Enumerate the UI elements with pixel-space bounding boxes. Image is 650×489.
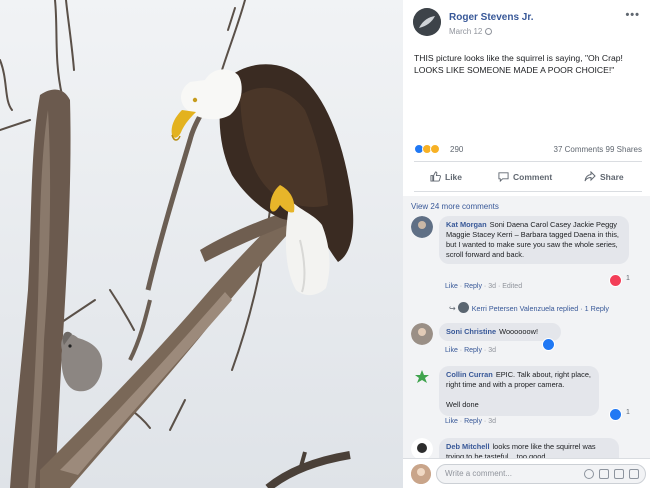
comment-text: Woooooow! — [499, 327, 539, 336]
comment: Kat Morgan Soni Daena Carol Casey Jackie … — [411, 216, 649, 296]
reply-arrow-icon: ↪ — [449, 304, 456, 313]
comment: Deb Mitchell looks more like the squirrel… — [411, 438, 649, 460]
replies-link[interactable]: ↪ Kerri Petersen Valenzuela replied · 1 … — [449, 302, 609, 313]
comment-edited[interactable]: Edited — [502, 283, 522, 290]
comment-meta: Like · Reply · 3d — [445, 347, 497, 354]
divider — [414, 191, 642, 192]
comment-bubble: Soni Christine Woooooow! — [439, 323, 561, 341]
comment-icon — [498, 172, 509, 182]
comment-reply-link[interactable]: Reply — [464, 347, 482, 354]
commenter-name[interactable]: Soni Christine — [446, 327, 496, 336]
comment-time[interactable]: 3d — [488, 418, 496, 425]
reactions-row: 290 37 Comments 99 Shares — [414, 144, 642, 156]
view-more-comments-link[interactable]: View 24 more comments — [411, 202, 499, 211]
commenter-avatar[interactable] — [411, 366, 433, 388]
post-actions: Like Comment Share — [414, 166, 642, 188]
share-icon — [584, 171, 596, 182]
love-reaction-icon[interactable] — [609, 274, 622, 287]
commenter-name[interactable]: Deb Mitchell — [446, 442, 490, 451]
camera-icon[interactable] — [599, 469, 609, 479]
reaction-icons[interactable] — [414, 144, 440, 155]
comment-bubble: Deb Mitchell looks more like the squirrel… — [439, 438, 619, 460]
comment-text-2: Well done — [446, 400, 479, 409]
comment-time[interactable]: 3d — [488, 347, 496, 354]
comment-react-count: 1 — [626, 275, 630, 282]
like-reaction-icon[interactable] — [542, 338, 555, 351]
like-reaction-icon[interactable] — [609, 408, 622, 421]
share-button[interactable]: Share — [584, 171, 624, 182]
more-options-icon[interactable]: ••• — [625, 9, 640, 21]
commenter-name[interactable]: Collin Curran — [446, 370, 493, 379]
comment-like-link[interactable]: Like — [445, 418, 458, 425]
post-meta: March 12 — [449, 27, 493, 36]
comment-bubble: Collin Curran EPIC. Talk about, right pla… — [439, 366, 599, 416]
post-text: THIS picture looks like the squirrel is … — [414, 53, 623, 75]
wow-reaction-icon — [430, 144, 440, 154]
comment: Soni Christine Woooooow! Like · Reply · 3… — [411, 323, 649, 363]
author-avatar[interactable] — [413, 8, 441, 36]
replier-avatar — [457, 302, 469, 313]
comments-count[interactable]: 37 Comments — [554, 145, 604, 154]
gif-icon[interactable] — [614, 469, 624, 479]
comment-meta: Like · Reply · 3d · Edited — [445, 283, 523, 290]
thumbs-up-icon — [430, 171, 441, 182]
write-comment-bar: Write a comment... — [403, 458, 650, 489]
replies-text: Kerri Petersen Valenzuela replied · 1 Re… — [471, 304, 610, 313]
comments-section: View 24 more comments Kat Morgan Soni Dae… — [403, 196, 650, 488]
sticker-icon[interactable] — [629, 469, 639, 479]
post-header: Roger Stevens Jr. March 12 — [413, 8, 643, 42]
comment-input[interactable]: Write a comment... — [436, 464, 646, 484]
comment-reply-link[interactable]: Reply — [464, 283, 482, 290]
commenter-avatar[interactable] — [411, 216, 433, 238]
emoji-icon[interactable] — [584, 469, 594, 479]
like-button[interactable]: Like — [430, 171, 462, 182]
comment-input-placeholder: Write a comment... — [445, 469, 512, 478]
comment-like-link[interactable]: Like — [445, 283, 458, 290]
comment-meta: Like · Reply · 3d — [445, 418, 497, 425]
divider — [414, 161, 642, 162]
commenter-avatar[interactable] — [411, 323, 433, 345]
comment-react-count: 1 — [626, 409, 630, 416]
input-icons — [584, 469, 639, 479]
eagle-squirrel-image — [0, 0, 403, 488]
comment-label: Comment — [513, 171, 553, 182]
commenter-name[interactable]: Kat Morgan — [446, 220, 487, 229]
comment-reply-link[interactable]: Reply — [464, 418, 482, 425]
comment-button[interactable]: Comment — [498, 171, 552, 182]
comment-share-counts: 37 Comments 99 Shares — [554, 145, 643, 154]
my-avatar[interactable] — [411, 464, 431, 484]
shares-count[interactable]: 99 Shares — [606, 145, 642, 154]
post-date[interactable]: March 12 — [449, 27, 482, 36]
globe-icon — [485, 28, 493, 35]
author-name[interactable]: Roger Stevens Jr. — [449, 12, 533, 23]
comment-like-link[interactable]: Like — [445, 347, 458, 354]
comment-bubble: Kat Morgan Soni Daena Carol Casey Jackie … — [439, 216, 629, 264]
share-label: Share — [600, 171, 624, 182]
like-label: Like — [445, 171, 463, 182]
reaction-count[interactable]: 290 — [450, 145, 463, 154]
post-photo[interactable] — [0, 0, 403, 488]
comment-time[interactable]: 3d — [488, 283, 496, 290]
comment: Collin Curran EPIC. Talk about, right pla… — [411, 366, 649, 432]
post-panel: Roger Stevens Jr. March 12 ••• THIS pict… — [403, 0, 650, 489]
commenter-avatar[interactable] — [411, 438, 433, 460]
